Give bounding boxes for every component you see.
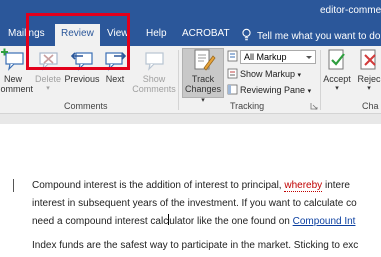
- group-divider: [178, 50, 179, 110]
- reject-button[interactable]: Rejec ▾: [354, 48, 381, 94]
- accept-label: Accept: [323, 74, 351, 84]
- show-markup-button[interactable]: Show Markup ▾: [227, 67, 301, 81]
- reviewing-pane-button[interactable]: Reviewing Pane ▾: [227, 83, 311, 97]
- chevron-down-icon: ▾: [307, 88, 312, 95]
- show-markup-icon: [227, 68, 238, 79]
- paragraph-line: Compound interest is the addition of int…: [32, 177, 350, 195]
- next-comment-label: Next: [105, 74, 125, 84]
- markup-display-select[interactable]: All Markup: [240, 50, 316, 64]
- accept-icon: [324, 48, 350, 72]
- ruler-gap: [0, 114, 381, 124]
- comments-group-label: Comments: [64, 101, 108, 111]
- reviewing-pane-icon: [227, 84, 238, 95]
- markup-display-value: All Markup: [244, 52, 287, 62]
- display-for-review-icon: [227, 50, 238, 62]
- reject-icon: [356, 48, 381, 72]
- accept-button[interactable]: Accept ▾: [322, 48, 352, 94]
- reviewing-pane-label: Reviewing Pane: [240, 85, 306, 95]
- lightbulb-icon: [242, 28, 251, 41]
- new-comment-icon: [0, 48, 26, 72]
- group-divider: [320, 50, 321, 110]
- show-comments-label-1: Show: [142, 74, 166, 84]
- show-markup-label: Show Markup: [240, 69, 296, 79]
- track-changes-label-2: Changes: [184, 84, 222, 94]
- delete-comment-label: Delete: [34, 74, 61, 84]
- margin-cursor-marker: [13, 179, 14, 192]
- paragraph-line: interest in subsequent years of the inve…: [32, 198, 357, 209]
- document-title: editor-comment: [320, 5, 381, 16]
- compound-interest-link[interactable]: Compound Int: [293, 216, 356, 227]
- chevron-down-icon: ▾: [201, 97, 205, 104]
- new-comment-label-2: Comment: [0, 84, 34, 94]
- show-comments-button[interactable]: Show Comments: [132, 48, 176, 94]
- reject-label: Rejec: [357, 74, 381, 84]
- track-changes-label-1: Track: [191, 74, 215, 84]
- tell-me-search[interactable]: Tell me what you want to do: [240, 28, 380, 42]
- tell-me-text: Tell me what you want to do: [257, 31, 381, 42]
- tab-acrobat[interactable]: ACROBAT: [182, 28, 230, 39]
- chevron-down-icon: ▾: [297, 72, 302, 79]
- flagged-word[interactable]: whereby: [284, 180, 323, 192]
- track-changes-button[interactable]: Track Changes ▾: [182, 48, 224, 106]
- para1-text-a: Compound interest is the addition of int…: [32, 180, 285, 191]
- annotation-highlight-box: [26, 13, 130, 70]
- para1-text-b: intere: [322, 180, 350, 191]
- track-changes-icon: [190, 48, 216, 72]
- chevron-down-icon: [306, 56, 312, 59]
- new-comment-label-1: New: [3, 74, 22, 84]
- chevron-down-icon: ▾: [46, 85, 50, 92]
- para1-text-c: need a compound interest calc: [32, 216, 169, 227]
- dialog-launcher-icon[interactable]: [310, 102, 318, 110]
- previous-comment-label: Previous: [64, 74, 100, 84]
- changes-group-label: Cha: [362, 101, 379, 111]
- document-page[interactable]: Compound interest is the addition of int…: [0, 124, 381, 257]
- show-comments-icon: [141, 48, 167, 72]
- tab-help[interactable]: Help: [146, 28, 167, 39]
- paragraph-line: Index funds are the safest way to partic…: [32, 240, 359, 251]
- tracking-group-label: Tracking: [230, 101, 265, 111]
- paragraph-line: need a compound interest calculator like…: [32, 213, 355, 231]
- para1-text-d: ulator like the one found on: [169, 216, 293, 227]
- show-comments-label-2: Comments: [132, 84, 176, 94]
- chevron-down-icon: ▾: [367, 85, 371, 92]
- chevron-down-icon: ▾: [335, 85, 339, 92]
